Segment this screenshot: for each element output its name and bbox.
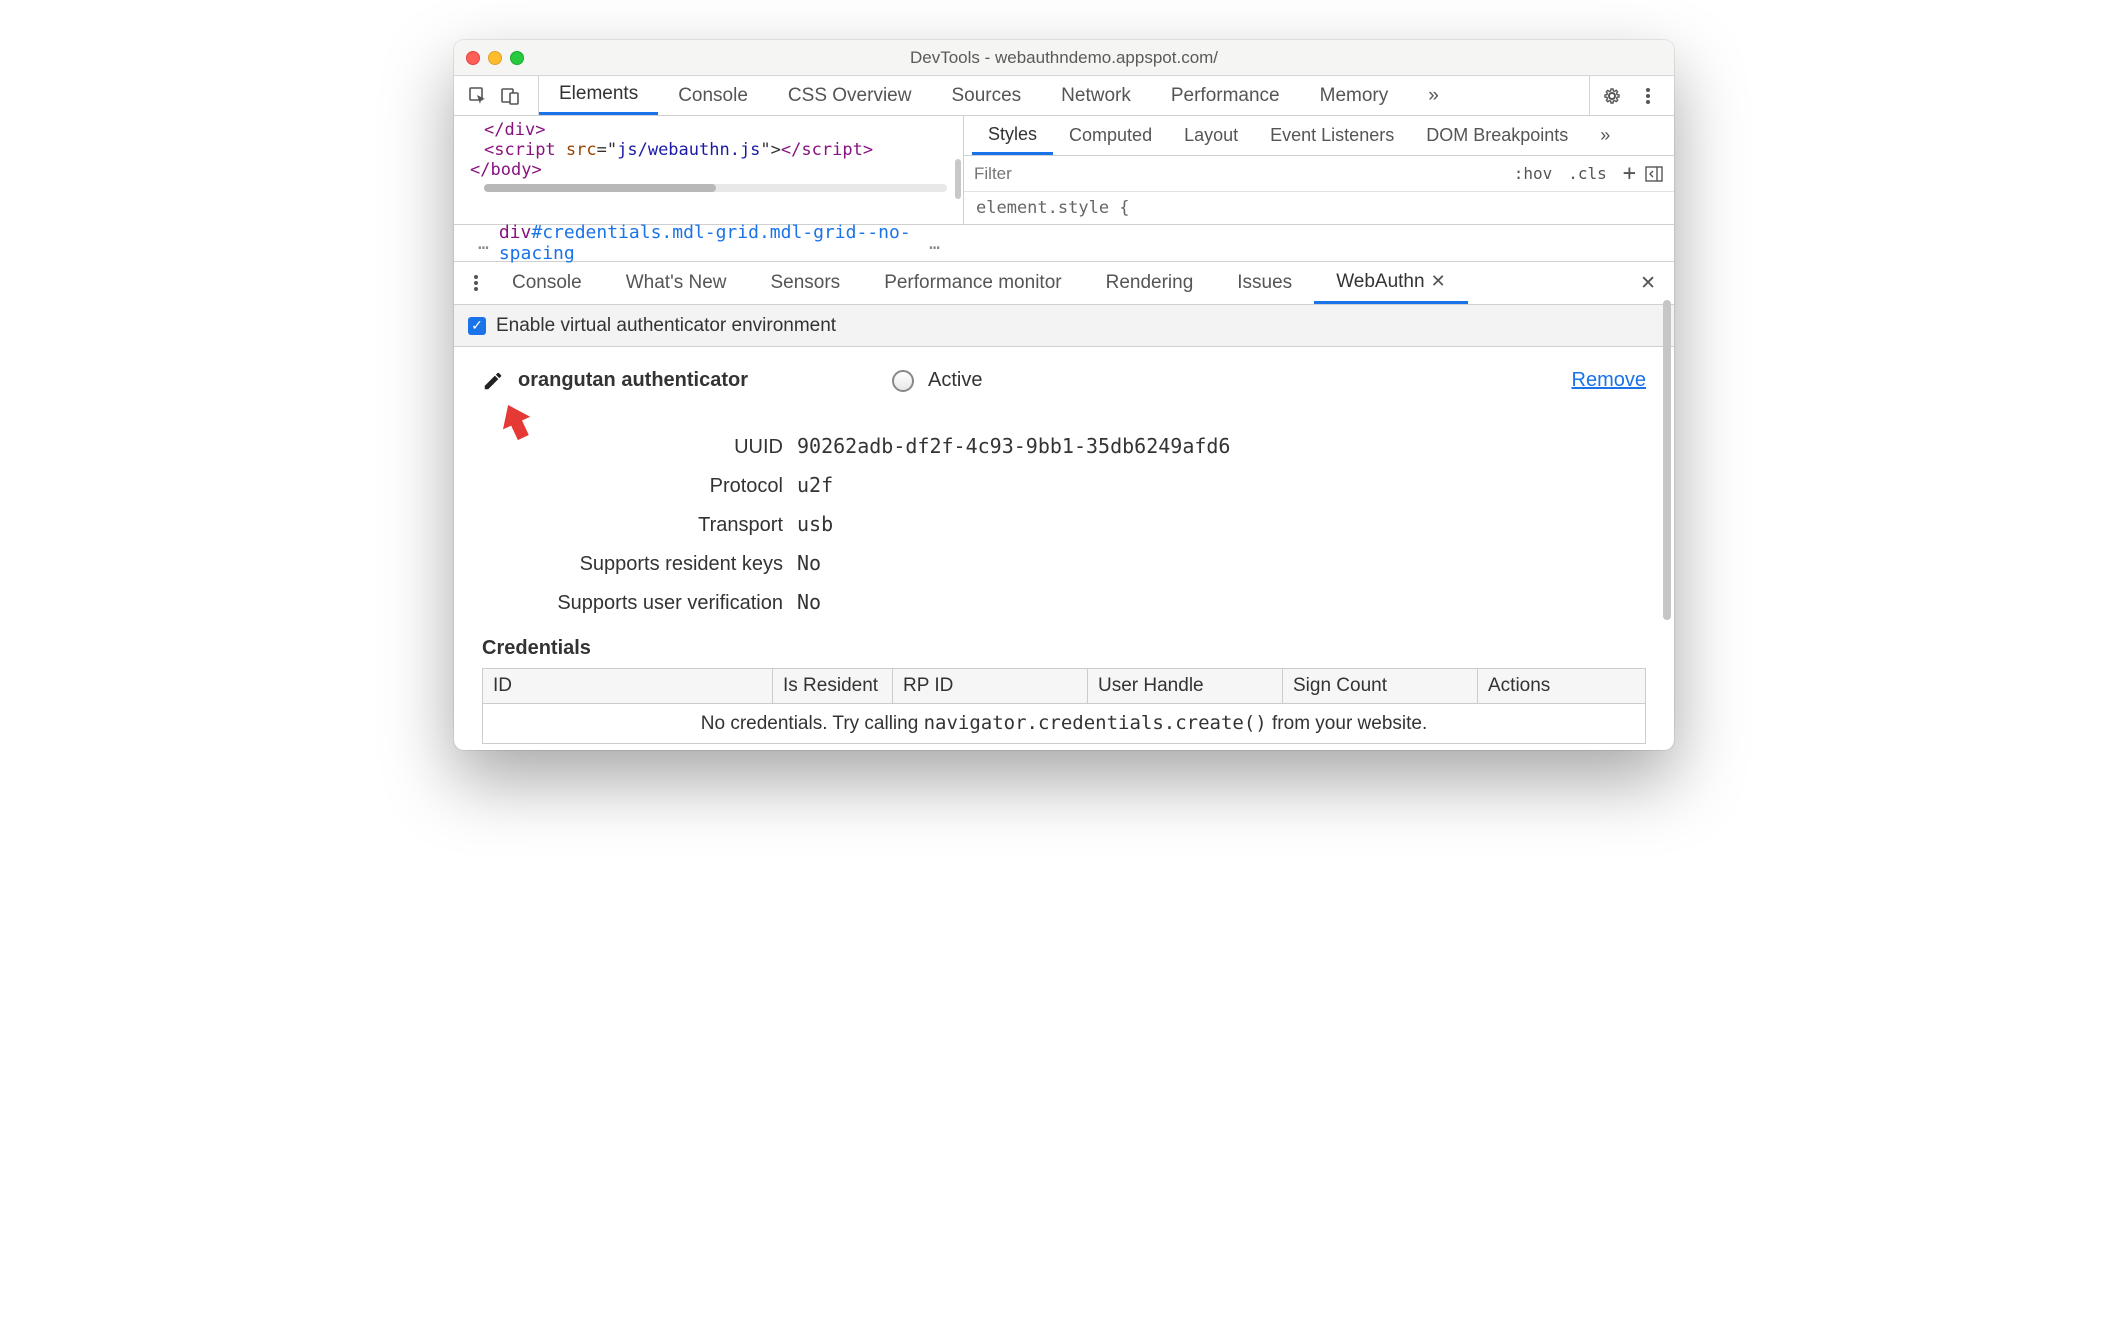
col-rp-id[interactable]: RP ID	[893, 669, 1088, 704]
credentials-heading: Credentials	[482, 637, 1646, 660]
tab-performance[interactable]: Performance	[1151, 76, 1300, 115]
gear-icon[interactable]	[1602, 86, 1622, 106]
authenticator-properties: UUID90262adb-df2f-4c93-9bb1-35db6249afd6…	[482, 434, 1646, 615]
hov-toggle[interactable]: :hov	[1506, 164, 1561, 183]
kebab-menu-icon[interactable]	[1638, 86, 1658, 106]
new-style-rule-button[interactable]: +	[1615, 161, 1644, 186]
styles-tab-dom-breakpoints[interactable]: DOM Breakpoints	[1410, 116, 1584, 155]
drawer-tab-rendering[interactable]: Rendering	[1084, 262, 1216, 304]
inspect-icon[interactable]	[468, 86, 488, 106]
prop-row: Supports resident keysNo	[482, 551, 1646, 576]
window-body: Elements Console CSS Overview Sources Ne…	[454, 76, 1674, 750]
authenticator-header: orangutan authenticator Active Remove	[482, 369, 1646, 392]
elements-styles-split: </div> <script src="js/webauthn.js"></sc…	[454, 116, 1674, 225]
styles-filter-input[interactable]	[974, 164, 1506, 184]
styles-tab-event-listeners[interactable]: Event Listeners	[1254, 116, 1410, 155]
drawer-tab-webauthn[interactable]: WebAuthn✕	[1314, 262, 1467, 304]
col-is-resident[interactable]: Is Resident	[773, 669, 893, 704]
styles-tab-styles[interactable]: Styles	[972, 116, 1053, 155]
authenticator-name: orangutan authenticator	[518, 369, 748, 392]
styles-tabs-overflow[interactable]: »	[1584, 116, 1626, 155]
tab-css-overview[interactable]: CSS Overview	[768, 76, 932, 115]
breadcrumb-next[interactable]: …	[919, 233, 950, 254]
drawer-tab-performance-monitor[interactable]: Performance monitor	[862, 262, 1083, 304]
col-actions[interactable]: Actions	[1478, 669, 1646, 704]
vertical-scrollbar[interactable]	[1663, 120, 1671, 740]
breadcrumb-prev[interactable]: …	[468, 233, 499, 254]
edit-icon[interactable]	[482, 370, 504, 392]
close-icon[interactable]: ✕	[1431, 271, 1446, 292]
drawer-tab-console[interactable]: Console	[490, 262, 604, 304]
cls-toggle[interactable]: .cls	[1560, 164, 1615, 183]
active-radio[interactable]	[892, 370, 914, 392]
prop-row: Supports user verificationNo	[482, 590, 1646, 615]
prop-row: UUID90262adb-df2f-4c93-9bb1-35db6249afd6	[482, 434, 1646, 459]
styles-tab-bar: Styles Computed Layout Event Listeners D…	[964, 116, 1674, 156]
main-tabs: Elements Console CSS Overview Sources Ne…	[539, 76, 1459, 115]
credentials-empty: No credentials. Try calling navigator.cr…	[483, 704, 1646, 744]
styles-rules[interactable]: element.style {	[964, 192, 1674, 224]
toolbar-left	[462, 76, 539, 115]
drawer-more-icon[interactable]	[462, 273, 490, 293]
sidebar-toggle-icon[interactable]	[1644, 164, 1664, 184]
tab-elements[interactable]: Elements	[539, 76, 658, 115]
window-title: DevTools - webauthndemo.appspot.com/	[454, 48, 1674, 68]
prop-row: Protocolu2f	[482, 473, 1646, 498]
toolbar-right	[1589, 76, 1666, 115]
tab-console[interactable]: Console	[658, 76, 768, 115]
pane-resizer[interactable]	[953, 116, 963, 224]
prop-row: Transportusb	[482, 512, 1646, 537]
styles-panel: Styles Computed Layout Event Listeners D…	[964, 116, 1674, 224]
device-toggle-icon[interactable]	[500, 86, 520, 106]
dom-tree[interactable]: </div> <script src="js/webauthn.js"></sc…	[454, 116, 964, 224]
enable-virtual-authenticator-bar: ✓ Enable virtual authenticator environme…	[454, 305, 1674, 347]
tab-network[interactable]: Network	[1041, 76, 1151, 115]
styles-filter-bar: :hov .cls +	[964, 156, 1674, 192]
col-id[interactable]: ID	[483, 669, 773, 704]
annotation-arrow-icon	[492, 399, 542, 455]
remove-link[interactable]: Remove	[1572, 369, 1646, 392]
drawer-close-icon[interactable]: ✕	[1630, 272, 1666, 295]
breadcrumb-row: … div#credentials.mdl-grid.mdl-grid--no-…	[454, 225, 1674, 262]
tabs-overflow[interactable]: »	[1408, 76, 1459, 115]
drawer-tab-sensors[interactable]: Sensors	[748, 262, 862, 304]
active-label: Active	[928, 369, 982, 392]
styles-tab-computed[interactable]: Computed	[1053, 116, 1168, 155]
enable-label: Enable virtual authenticator environment	[496, 315, 836, 337]
enable-checkbox[interactable]: ✓	[468, 317, 486, 335]
col-sign-count[interactable]: Sign Count	[1283, 669, 1478, 704]
styles-tab-layout[interactable]: Layout	[1168, 116, 1254, 155]
tab-sources[interactable]: Sources	[931, 76, 1041, 115]
drawer-tab-bar: Console What's New Sensors Performance m…	[454, 262, 1674, 304]
authenticator-section: orangutan authenticator Active Remove UU…	[454, 347, 1674, 750]
drawer-tab-issues[interactable]: Issues	[1215, 262, 1314, 304]
code: </	[484, 120, 504, 140]
credentials-table: ID Is Resident RP ID User Handle Sign Co…	[482, 668, 1646, 744]
tab-memory[interactable]: Memory	[1300, 76, 1409, 115]
drawer-tab-whats-new[interactable]: What's New	[604, 262, 749, 304]
breadcrumb-item[interactable]: div#credentials.mdl-grid.mdl-grid--no-sp…	[499, 222, 919, 264]
main-tab-bar: Elements Console CSS Overview Sources Ne…	[454, 76, 1674, 116]
devtools-window: DevTools - webauthndemo.appspot.com/ Ele…	[454, 40, 1674, 750]
drawer: Console What's New Sensors Performance m…	[454, 262, 1674, 305]
titlebar: DevTools - webauthndemo.appspot.com/	[454, 40, 1674, 76]
horizontal-scrollbar[interactable]	[484, 184, 947, 192]
col-user-handle[interactable]: User Handle	[1088, 669, 1283, 704]
